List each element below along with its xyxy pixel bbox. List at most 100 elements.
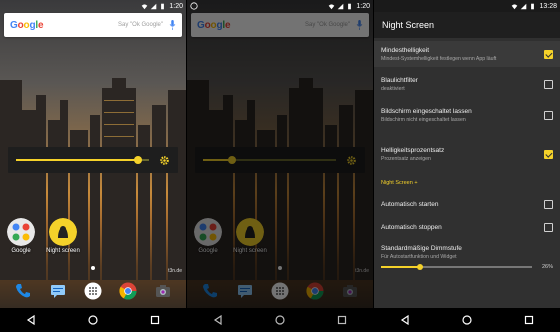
checkbox-unchecked[interactable] — [544, 79, 553, 89]
checkbox-unchecked[interactable] — [544, 222, 553, 232]
dock-messages[interactable] — [233, 279, 257, 303]
google-search-bar[interactable]: Google Say "Ok Google" — [191, 13, 369, 37]
page-indicator — [278, 266, 282, 270]
signal-icon — [338, 3, 344, 9]
dim-level-slider[interactable] — [381, 263, 532, 270]
app-label: Google — [198, 248, 218, 254]
checkbox-unchecked[interactable] — [544, 110, 553, 120]
app-label: Night screen — [233, 248, 267, 254]
nav-bar — [187, 308, 373, 332]
checkbox-checked[interactable] — [544, 149, 553, 159]
pref-keep-screen-on[interactable]: Bildschirm eingeschaltet lassen Bildschi… — [374, 102, 560, 128]
brightness-widget — [8, 147, 178, 173]
recents-icon[interactable] — [523, 314, 535, 326]
home-icon[interactable] — [461, 314, 473, 326]
gear-icon[interactable] — [159, 155, 170, 166]
wifi-icon — [329, 3, 335, 9]
dock-chrome[interactable] — [116, 279, 140, 303]
section-header: Night Screen + — [381, 180, 418, 186]
brightness-slider[interactable] — [203, 156, 336, 164]
dock — [187, 276, 373, 306]
google-logo: Google — [10, 19, 44, 31]
gear-icon[interactable] — [346, 155, 357, 166]
app-night-screen[interactable]: Night screen — [233, 218, 267, 254]
signal-icon — [151, 3, 157, 9]
dock-phone[interactable] — [198, 279, 222, 303]
mic-icon[interactable] — [169, 20, 176, 30]
pref-default-dim-level[interactable]: Standardmäßige Dimmstufe Für Autostartfu… — [374, 242, 560, 262]
pref-summary: deaktiviert — [381, 85, 405, 92]
phone-screen-settings: 13:28 Night Screen Mindesthelligkeit Min… — [374, 0, 560, 332]
chrome-icon — [306, 282, 324, 300]
dim-level-value: 26% — [541, 264, 553, 270]
dock-app-drawer[interactable] — [268, 279, 292, 303]
google-logo: Google — [197, 19, 231, 31]
back-icon[interactable] — [212, 314, 224, 326]
app-drawer-icon — [271, 282, 289, 300]
pref-summary: Bildschirm nicht eingeschaltet lassen — [381, 116, 466, 123]
messages-icon — [238, 285, 253, 298]
status-bar: 13:28 — [374, 0, 560, 12]
app-label: Night screen — [46, 248, 80, 254]
recents-icon[interactable] — [336, 314, 348, 326]
checkbox-unchecked[interactable] — [544, 199, 553, 209]
home-icon[interactable] — [87, 314, 99, 326]
pref-min-brightness[interactable]: Mindesthelligkeit Mindest-Systemhelligke… — [374, 41, 560, 67]
recents-icon[interactable] — [149, 314, 161, 326]
camera-icon — [155, 285, 170, 297]
pref-blue-light-filter[interactable]: Blaulichtfilter deaktiviert — [374, 71, 560, 97]
dock-messages[interactable] — [46, 279, 70, 303]
pref-brightness-percentage[interactable]: Helligkeitsprozentsatz Prozentsatz anzei… — [374, 141, 560, 167]
phone-icon — [16, 284, 31, 298]
pref-auto-start[interactable]: Automatisch starten — [374, 193, 560, 215]
nav-bar — [0, 308, 186, 332]
pref-auto-stop[interactable]: Automatisch stoppen — [374, 216, 560, 238]
slider-thumb[interactable] — [417, 263, 424, 270]
status-bar: 1:20 — [0, 0, 186, 12]
home-app-row: Google Night screen — [4, 218, 80, 254]
nav-bar — [374, 308, 560, 332]
app-google[interactable]: Google — [4, 218, 38, 254]
app-google[interactable]: Google — [191, 218, 225, 254]
pref-summary: Prozentsatz anzeigen — [381, 155, 431, 162]
status-time: 13:28 — [539, 2, 557, 10]
brightness-slider[interactable] — [16, 156, 149, 164]
slider-thumb[interactable] — [228, 156, 237, 164]
google-search-bar[interactable]: Google Say "Ok Google" — [4, 13, 182, 37]
dim-level-slider-row: 26% — [381, 263, 553, 270]
wifi-icon — [512, 3, 518, 9]
home-icon[interactable] — [274, 314, 286, 326]
battery-icon — [531, 3, 535, 9]
chrome-icon — [119, 282, 137, 300]
night-screen-app-icon — [236, 218, 264, 246]
dock-camera[interactable] — [338, 279, 362, 303]
slider-thumb[interactable] — [134, 156, 143, 164]
checkbox-checked[interactable] — [544, 49, 553, 59]
google-folder-icon — [7, 218, 35, 246]
back-icon[interactable] — [25, 314, 37, 326]
app-label: Google — [11, 248, 31, 254]
dock-camera[interactable] — [151, 279, 175, 303]
dock — [0, 276, 186, 306]
pref-title: Standardmäßige Dimmstufe — [381, 244, 462, 252]
night-screen-notification-icon — [190, 2, 198, 10]
mic-icon[interactable] — [356, 20, 363, 30]
dock-phone[interactable] — [11, 279, 35, 303]
dock-chrome[interactable] — [303, 279, 327, 303]
app-bar: Night Screen — [374, 12, 560, 38]
pref-title: Mindesthelligkeit — [381, 46, 430, 54]
pref-title: Helligkeitsprozentsatz — [381, 146, 445, 154]
dock-app-drawer[interactable] — [81, 279, 105, 303]
signal-icon — [521, 3, 527, 9]
app-title: Night Screen — [382, 20, 435, 30]
app-night-screen[interactable]: Night screen — [46, 218, 80, 254]
brightness-widget — [195, 147, 365, 173]
page-indicator — [91, 266, 95, 270]
app-drawer-icon — [84, 282, 102, 300]
search-hint: Say "Ok Google" — [118, 22, 163, 28]
status-bar: 1:20 — [187, 0, 373, 12]
pref-summary: Für Autostartfunktion und Widget — [381, 253, 457, 260]
settings-list: Mindesthelligkeit Mindest-Systemhelligke… — [374, 38, 560, 308]
search-hint: Say "Ok Google" — [305, 22, 350, 28]
back-icon[interactable] — [399, 314, 411, 326]
